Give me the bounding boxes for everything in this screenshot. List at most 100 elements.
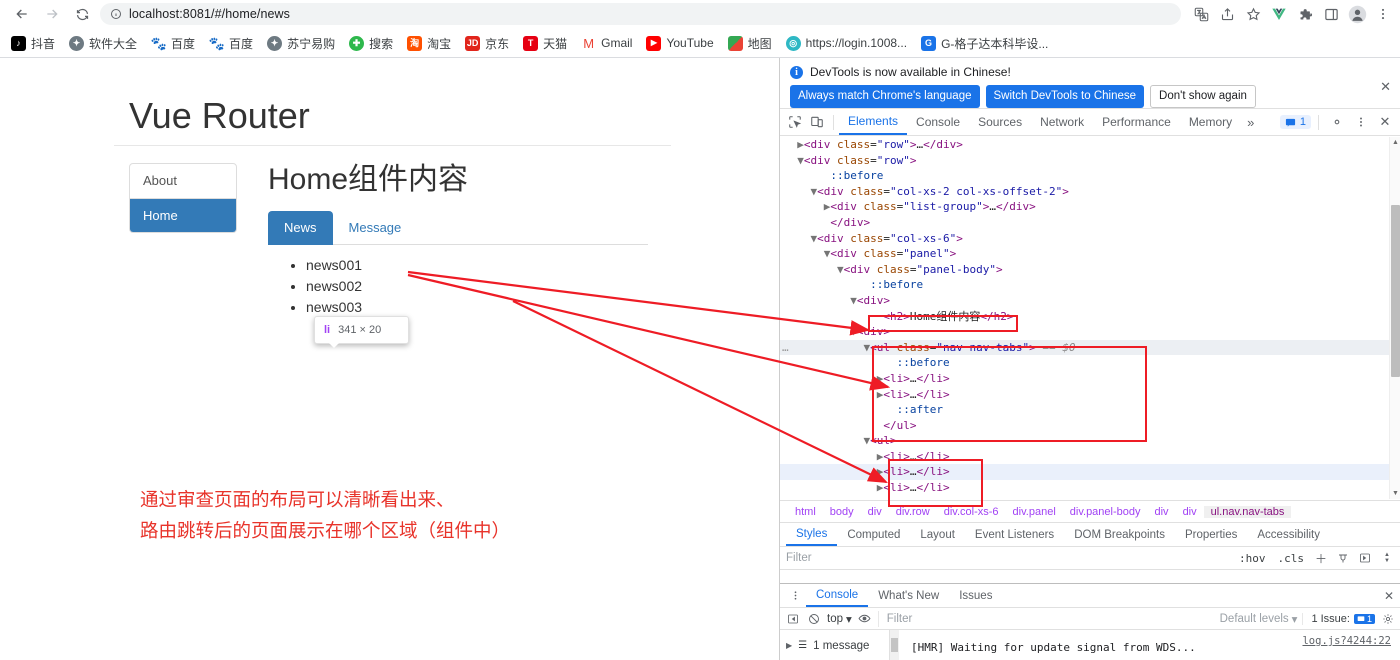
tab-styles[interactable]: Styles (786, 523, 838, 546)
issues-indicator[interactable]: 1 Issue: 1 (1302, 612, 1375, 625)
more-vertical-icon[interactable] (1350, 111, 1372, 133)
add-style-rule-icon[interactable]: ＋ (1313, 550, 1329, 566)
list-group-item-about[interactable]: About (130, 164, 236, 199)
dom-tree-line[interactable]: ▶::after (780, 402, 1400, 418)
tab-news[interactable]: News (268, 210, 333, 245)
scroll-down-arrow-icon[interactable]: ▼ (1392, 490, 1399, 497)
bookmark-item[interactable]: G G-格子达本科毕设... (914, 32, 1055, 54)
dom-tree-line[interactable]: ▶<div class="list-group">…</div> (780, 199, 1400, 215)
vue-devtools-icon[interactable] (1267, 2, 1291, 26)
live-expression-icon[interactable] (857, 611, 873, 627)
drawer-tab-issues[interactable]: Issues (949, 584, 1002, 607)
info-circle-icon[interactable] (110, 8, 122, 20)
dom-tree-line[interactable]: ▼<div class="col-xs-2 col-xs-offset-2"> (780, 184, 1400, 200)
bookmark-item[interactable]: 地图 (721, 32, 779, 54)
bookmark-item[interactable]: JD 京东 (458, 32, 516, 54)
bookmark-item[interactable]: ✦ 软件大全 (62, 32, 144, 54)
hover-state-button[interactable]: :hov (1236, 552, 1269, 565)
toggle-sidebar-icon[interactable] (1357, 550, 1373, 566)
tab-computed[interactable]: Computed (837, 523, 910, 546)
stepper-icon[interactable]: ▲ ▼ (1379, 550, 1395, 566)
tab-accessibility[interactable]: Accessibility (1247, 523, 1330, 546)
list-group-item-home[interactable]: Home (130, 198, 236, 233)
breadcrumb-item[interactable]: div.panel-body (1063, 506, 1148, 518)
list-item[interactable]: news002 (306, 276, 648, 296)
tab-dom-breakpoints[interactable]: DOM Breakpoints (1064, 523, 1175, 546)
class-toggle-button[interactable]: .cls (1275, 552, 1308, 565)
chevron-double-right-icon[interactable]: » (1241, 109, 1260, 135)
tab-performance[interactable]: Performance (1093, 109, 1180, 135)
reload-icon[interactable] (68, 0, 96, 28)
side-panel-icon[interactable] (1319, 2, 1343, 26)
console-filter-input[interactable]: Filter (877, 610, 1215, 627)
bookmark-item[interactable]: ◎ https://login.1008... (779, 32, 914, 54)
share-icon[interactable] (1215, 2, 1239, 26)
bookmark-star-icon[interactable] (1241, 2, 1265, 26)
dom-tree-line[interactable]: … ▼<ul class="nav nav-tabs"> == $0 (780, 339, 1400, 356)
tab-layout[interactable]: Layout (910, 523, 965, 546)
dom-tree-line[interactable]: ▼<ul> (780, 433, 1400, 449)
dom-tree-line[interactable]: ▶<li>…</li> (780, 387, 1400, 403)
translate-icon[interactable] (1189, 2, 1213, 26)
tab-sources[interactable]: Sources (969, 109, 1031, 135)
close-icon[interactable]: ✕ (1374, 111, 1396, 133)
dom-tree-line[interactable]: ▼<div class="panel-body"> (780, 262, 1400, 278)
console-message-sidebar[interactable]: ▶ ☰ 1 message (780, 630, 890, 660)
tab-event-listeners[interactable]: Event Listeners (965, 523, 1064, 546)
scroll-up-arrow-icon[interactable]: ▲ (1392, 139, 1399, 146)
breadcrumb-item[interactable]: div.row (889, 506, 937, 518)
breadcrumb-item[interactable]: div (1148, 506, 1176, 518)
list-item[interactable]: news001 (306, 255, 648, 275)
always-match-language-button[interactable]: Always match Chrome's language (790, 85, 980, 108)
tab-network[interactable]: Network (1031, 109, 1093, 135)
bookmark-item[interactable]: ✚ 搜索 (342, 32, 400, 54)
dom-tree-line[interactable]: ▶<li>…</li> (780, 371, 1400, 387)
inspect-element-icon[interactable] (784, 111, 806, 133)
gear-icon[interactable] (1380, 611, 1396, 627)
bookmark-item[interactable]: 🐾 百度 (144, 32, 202, 54)
chrome-menu-icon[interactable] (1371, 2, 1395, 26)
dom-tree[interactable]: ▶<div class="row">…</div> ▼<div class="r… (780, 137, 1400, 499)
dom-tree-line[interactable]: ▶::before (780, 168, 1400, 184)
dom-tree-line[interactable]: ▼<div> (780, 324, 1400, 340)
breadcrumb-item[interactable]: div (1176, 506, 1204, 518)
breadcrumb-item[interactable]: div.col-xs-6 (937, 506, 1006, 518)
tab-message-link[interactable]: Message (333, 211, 418, 245)
tab-properties[interactable]: Properties (1175, 523, 1247, 546)
dom-tree-line[interactable]: ▶::before (780, 355, 1400, 371)
dom-tree-line[interactable]: ▶<li>…</li> (780, 480, 1400, 496)
tab-message[interactable]: Message (333, 211, 418, 245)
tab-elements[interactable]: Elements (839, 109, 908, 135)
dom-tree-line[interactable]: ▼<div class="row"> (780, 153, 1400, 169)
bookmark-item[interactable]: 🐾 百度 (202, 32, 260, 54)
dom-tree-line[interactable]: ▼<div class="panel"> (780, 246, 1400, 262)
drawer-tab-whats-new[interactable]: What's New (868, 584, 949, 607)
close-icon[interactable]: ✕ (1384, 589, 1400, 603)
tab-memory[interactable]: Memory (1180, 109, 1241, 135)
extensions-puzzle-icon[interactable] (1293, 2, 1317, 26)
address-bar[interactable]: localhost:8081/#/home/news (100, 3, 1181, 25)
dom-tree-line[interactable]: ▼<div class="col-xs-6"> (780, 231, 1400, 247)
bookmark-item[interactable]: 淘淘宝 (400, 32, 458, 54)
drawer-tab-console[interactable]: Console (806, 584, 869, 607)
bookmark-item[interactable]: ✦ 苏宁易购 (260, 32, 342, 54)
dom-tree-line[interactable]: ▶::before (780, 277, 1400, 293)
dom-tree-line[interactable]: ▶</ul> (780, 418, 1400, 434)
color-picker-icon[interactable] (1335, 550, 1351, 566)
device-toolbar-icon[interactable] (806, 111, 828, 133)
bookmark-item[interactable]: ▶ YouTube (639, 32, 720, 54)
dom-tree-scrollbar[interactable]: ▲ ▼ (1389, 137, 1400, 499)
tab-news-link[interactable]: News (268, 210, 333, 245)
dom-tree-line[interactable]: ▶<h2>Home组件内容</h2> (780, 309, 1400, 325)
profile-avatar-icon[interactable] (1345, 2, 1369, 26)
log-levels-selector[interactable]: Default levels ▾ (1220, 612, 1298, 626)
styles-filter-input[interactable]: Filter (786, 552, 1230, 564)
scrollbar-thumb[interactable] (1391, 205, 1400, 377)
list-item[interactable]: news003 (306, 297, 648, 317)
bookmark-item[interactable]: ♪ 抖音 (4, 32, 62, 54)
bookmark-item[interactable]: T 天猫 (516, 32, 574, 54)
expand-arrow-icon[interactable]: ▶ (786, 641, 792, 650)
breadcrumb-item[interactable]: body (823, 506, 861, 518)
breadcrumb-item-selected[interactable]: ul.nav.nav-tabs (1203, 505, 1292, 518)
console-sidebar-icon[interactable] (785, 611, 801, 627)
